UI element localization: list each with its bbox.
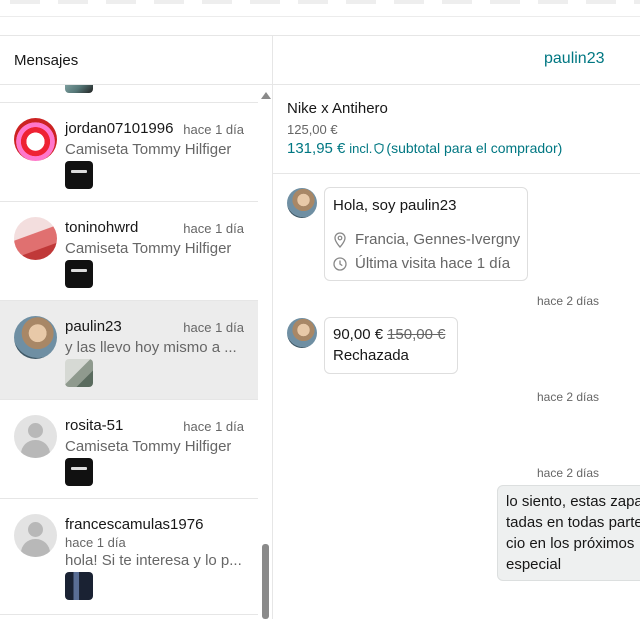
shield-icon [374,141,384,154]
offer-amount: 90,00 € [333,326,384,343]
message-timestamp: hace 2 días [537,466,600,480]
messages-title: Mensajes [0,36,272,85]
avatar [14,217,57,260]
scrollbar-thumb[interactable] [262,544,269,619]
message-timestamp: hace 2 días [537,390,600,404]
conversation-time: hace 1 día [183,320,244,335]
conversation-row-active[interactable]: paulin23 hace 1 día y las llevo hoy mism… [0,301,258,400]
avatar [287,188,317,218]
top-strip [0,0,640,17]
intro-location-row: Francia, Gennes-Ivergny [333,231,520,248]
item-thumb [65,260,93,288]
conversation-time: hace 1 día [65,535,126,550]
message-line: tadas en todas parte [506,514,640,531]
intro-location: Francia, Gennes-Ivergny [355,231,521,248]
offer-original-price: 150,00 € [387,326,446,343]
conversation-preview: hola! Si te interesa y lo p... [65,552,242,569]
top-strip-cropped-content [10,0,640,4]
message-line: cio en los próximos [506,535,635,552]
default-avatar [14,514,57,557]
intro-card: Hola, soy paulin23 Francia, Gennes-Iverg… [324,187,528,281]
avatar [14,118,57,161]
default-avatar [14,415,57,458]
conversation-list[interactable]: jordan07101996 hace 1 día Camiseta Tommy… [0,85,258,619]
conversation-username: jordan07101996 [65,120,174,137]
message-thread[interactable]: Hola, soy paulin23 Francia, Gennes-Iverg… [273,174,640,618]
sent-message-bubble: lo siento, estas zapa tadas en todas par… [497,485,640,581]
intro-last-seen-row: Última visita hace 1 día [333,255,510,272]
item-thumb [65,458,93,486]
conversation-preview: Camiseta Tommy Hilfiger [65,141,232,158]
item-thumb [65,572,93,600]
conversation-panel: Mensajes jordan07101996 hace 1 día Camis… [0,35,273,619]
offer-status: Rechazada [333,347,409,364]
conversation-row[interactable]: jordan07101996 hace 1 día Camiseta Tommy… [0,103,258,202]
avatar [287,318,317,348]
chat-peer-username[interactable]: paulin23 [544,50,605,68]
item-summary[interactable]: Nike x Antihero 125,00 € 131,95 € incl. (… [273,85,640,174]
conversation-row[interactable]: rosita-51 hace 1 día Camiseta Tommy Hilf… [0,400,258,499]
conversation-time: hace 1 día [183,122,244,137]
intro-last-seen: Última visita hace 1 día [355,255,511,272]
conversation-preview: Camiseta Tommy Hilfiger [65,240,232,257]
conversation-username: rosita-51 [65,417,124,434]
offer-card[interactable]: 90,00 €150,00 € Rechazada [324,317,458,374]
message-line: lo siento, estas zapa [506,493,640,510]
conversation-preview: y las llevo hoy mismo a ... [65,339,237,356]
item-thumb [65,161,93,189]
chat-header: paulin23 [273,36,640,85]
conversation-row[interactable]: francescamulas1976 hace 1 día hola! Si t… [0,499,258,615]
item-thumb [65,85,93,93]
clock-icon [333,256,347,271]
conversation-time: hace 1 día [183,419,244,434]
item-total: 131,95 € [287,140,346,157]
avatar [14,316,57,359]
conversation-partial[interactable] [0,85,258,103]
offer-amount-line: 90,00 €150,00 € [333,326,445,343]
message-line: especial [506,556,562,573]
conversation-time: hace 1 día [183,221,244,236]
scrollbar[interactable] [258,85,272,619]
location-pin-icon [334,231,346,248]
conversation-username: paulin23 [65,318,122,335]
intro-title: Hola, soy paulin23 [333,197,457,214]
top-gap [0,17,640,35]
item-price: 125,00 € [287,122,338,137]
item-thumb [65,359,93,387]
scroll-up-arrow-icon[interactable] [261,92,271,99]
conversation-preview: Camiseta Tommy Hilfiger [65,438,232,455]
chat-panel: paulin23 Nike x Antihero 125,00 € 131,95… [273,35,640,619]
message-timestamp: hace 2 días [537,294,600,308]
item-title: Nike x Antihero [287,100,388,117]
conversation-username: toninohwrd [65,219,139,236]
conversation-row[interactable]: toninohwrd hace 1 día Camiseta Tommy Hil… [0,202,258,301]
item-total-line: 131,95 € incl. (subtotal para el comprado… [287,140,640,157]
item-total-incl: incl. [349,141,373,156]
conversation-username: francescamulas1976 [65,516,204,533]
item-total-note: (subtotal para el comprador) [386,140,563,156]
